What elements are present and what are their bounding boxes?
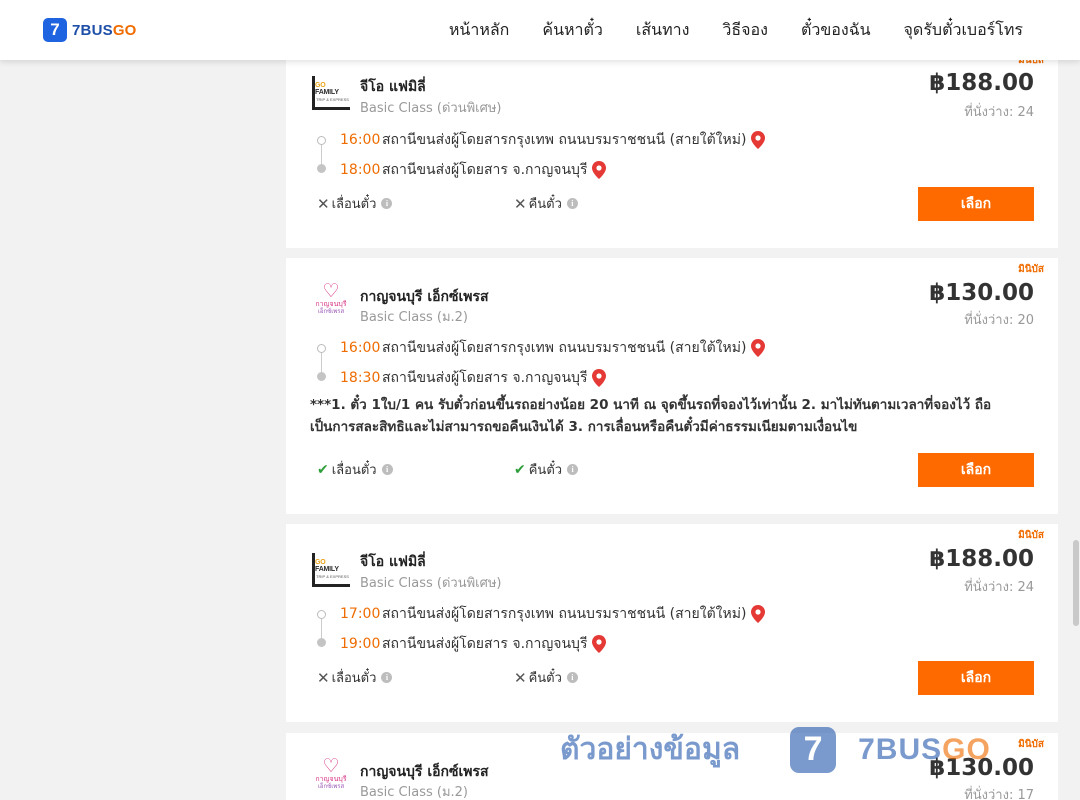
select-button[interactable]: เลือก xyxy=(918,453,1034,487)
site-logo[interactable]: 7 7BUSGO xyxy=(43,18,137,42)
ticket-price: ฿130.00 xyxy=(929,280,1034,306)
route-line xyxy=(321,353,322,372)
arrival-dot xyxy=(317,372,326,381)
seats-available: ที่นั่งว่าง: 20 xyxy=(964,313,1034,328)
scrollbar-thumb[interactable] xyxy=(1073,540,1079,626)
arrival-time: 18:00 xyxy=(340,162,381,178)
logo-text: 7BUSGO xyxy=(72,21,137,39)
arrival-stop: 18:30 สถานีขนส่งผู้โดยสาร จ.กาญจนบุรี xyxy=(340,367,607,389)
departure-dot xyxy=(317,610,326,619)
service-class: Basic Class (ม.2) xyxy=(360,785,468,800)
departure-stop: 16:00 สถานีขนส่งผู้โดยสารกรุงเทพ ถนนบรมร… xyxy=(340,129,766,151)
seats-available: ที่นั่งว่าง: 17 xyxy=(964,788,1034,800)
operator-name: กาญจนบุรี เอ็กซ์เพรส xyxy=(360,764,489,780)
info-icon[interactable]: i xyxy=(566,672,578,683)
trip-note: ***1. ตั๋ว 1ใบ/1 คน รับตั๋วก่อนขึ้นรถอย่… xyxy=(310,397,992,435)
info-icon[interactable]: i xyxy=(566,198,578,209)
arrival-stop: 19:00 สถานีขนส่งผู้โดยสาร จ.กาญจนบุรี xyxy=(340,633,607,655)
operator-name: จีโอ แฟมิลี่ xyxy=(360,554,426,570)
seats-available: ที่นั่งว่าง: 24 xyxy=(964,580,1034,595)
departure-time: 16:00 xyxy=(340,340,381,356)
seats-available: ที่นั่งว่าง: 24 xyxy=(964,105,1034,120)
nav-routes[interactable]: เส้นทาง xyxy=(636,18,690,43)
cross-icon: ✕ xyxy=(514,194,527,213)
select-button[interactable]: เลือก xyxy=(918,661,1034,695)
trip-card: มินิบัส ♡ กาญจนบุรี เอ็กซ์เพรส กาญจนบุรี เ… xyxy=(286,258,1058,514)
check-icon: ✔ xyxy=(514,461,526,478)
info-icon[interactable]: i xyxy=(381,672,393,683)
main-nav: หน้าหลัก ค้นหาตั๋ว เส้นทาง วิธีจอง ตั๋วข… xyxy=(416,0,1023,60)
operator-logo: ♡ กาญจนบุรี เอ็กซ์เพรส xyxy=(315,281,347,315)
departure-dot xyxy=(317,136,326,145)
scrollbar-track[interactable] xyxy=(1072,60,1080,800)
departure-time: 17:00 xyxy=(340,606,381,622)
refund-policy: ✕ คืนตั๋ว i xyxy=(514,193,578,214)
arrival-time: 18:30 xyxy=(340,370,381,386)
cross-icon: ✕ xyxy=(514,668,527,687)
departure-place: สถานีขนส่งผู้โดยสารกรุงเทพ ถนนบรมราชชนนี… xyxy=(382,606,747,622)
arrival-place: สถานีขนส่งผู้โดยสาร จ.กาญจนบุรี xyxy=(382,636,588,652)
vehicle-type-badge: มินิบัส xyxy=(1018,739,1044,750)
departure-place: สถานีขนส่งผู้โดยสารกรุงเทพ ถนนบรมราชชนนี… xyxy=(382,132,747,148)
top-navbar: 7 7BUSGO หน้าหลัก ค้นหาตั๋ว เส้นทาง วิธี… xyxy=(0,0,1080,60)
info-icon[interactable]: i xyxy=(567,464,579,475)
trip-card: มินิบัส ♡ กาญจนบุรี เอ็กซ์เพรส กาญจนบุรี เ… xyxy=(286,733,1058,800)
departure-time: 16:00 xyxy=(340,132,381,148)
route-line xyxy=(321,619,322,638)
operator-name: จีโอ แฟมิลี่ xyxy=(360,79,426,95)
trip-card: มินิบัส GO FAMILY TRIP & EXPRESS จีโอ แฟม… xyxy=(286,524,1058,722)
arrival-dot xyxy=(317,164,326,173)
operator-name: กาญจนบุรี เอ็กซ์เพรส xyxy=(360,289,489,305)
check-icon: ✔ xyxy=(317,461,329,478)
nav-ticket-pickup[interactable]: จุดรับตั๋วเบอร์โทร xyxy=(904,18,1023,43)
nav-my-tickets[interactable]: ตั๋วของฉัน xyxy=(801,18,871,43)
ticket-price: ฿188.00 xyxy=(929,70,1034,96)
refund-policy: ✕ คืนตั๋ว i xyxy=(514,667,578,688)
heart-icon: ♡ xyxy=(322,756,340,777)
nav-how-to-book[interactable]: วิธีจอง xyxy=(722,18,768,43)
route-line xyxy=(321,145,322,164)
change-policy: ✕ เลื่อนตั๋ว i xyxy=(317,667,393,688)
operator-logo: GO FAMILY TRIP & EXPRESS xyxy=(312,74,350,112)
arrival-time: 19:00 xyxy=(340,636,381,652)
service-class: Basic Class (ด่วนพิเศษ) xyxy=(360,576,502,591)
map-pin-icon[interactable] xyxy=(751,339,766,357)
map-pin-icon[interactable] xyxy=(751,131,766,149)
operator-logo: ♡ กาญจนบุรี เอ็กซ์เพรส xyxy=(315,756,347,790)
select-button[interactable]: เลือก xyxy=(918,187,1034,221)
arrival-place: สถานีขนส่งผู้โดยสาร จ.กาญจนบุรี xyxy=(382,162,588,178)
info-icon[interactable]: i xyxy=(381,464,393,475)
change-policy: ✔ เลื่อนตั๋ว i xyxy=(317,459,393,480)
trip-card: มินิบัส GO FAMILY TRIP & EXPRESS จีโอ แฟม… xyxy=(286,55,1058,248)
arrival-stop: 18:00 สถานีขนส่งผู้โดยสาร จ.กาญจนบุรี xyxy=(340,159,607,181)
nav-home[interactable]: หน้าหลัก xyxy=(449,18,510,43)
cross-icon: ✕ xyxy=(317,668,330,687)
service-class: Basic Class (ด่วนพิเศษ) xyxy=(360,101,502,116)
departure-dot xyxy=(317,344,326,353)
map-pin-icon[interactable] xyxy=(751,605,766,623)
departure-stop: 16:00 สถานีขนส่งผู้โดยสารกรุงเทพ ถนนบรมร… xyxy=(340,337,766,359)
refund-policy: ✔ คืนตั๋ว i xyxy=(514,459,579,480)
heart-icon: ♡ xyxy=(322,281,340,302)
nav-search-tickets[interactable]: ค้นหาตั๋ว xyxy=(542,18,603,43)
cross-icon: ✕ xyxy=(317,194,330,213)
map-pin-icon[interactable] xyxy=(592,161,607,179)
arrival-dot xyxy=(317,638,326,647)
arrival-place: สถานีขนส่งผู้โดยสาร จ.กาญจนบุรี xyxy=(382,370,588,386)
map-pin-icon[interactable] xyxy=(592,635,607,653)
vehicle-type-badge: มินิบัส xyxy=(1018,530,1044,541)
info-icon[interactable]: i xyxy=(381,198,393,209)
logo-badge: 7 xyxy=(43,18,67,42)
operator-logo: GO FAMILY TRIP & EXPRESS xyxy=(312,551,350,589)
map-pin-icon[interactable] xyxy=(592,369,607,387)
vehicle-type-badge: มินิบัส xyxy=(1018,264,1044,275)
ticket-price: ฿188.00 xyxy=(929,546,1034,572)
departure-stop: 17:00 สถานีขนส่งผู้โดยสารกรุงเทพ ถนนบรมร… xyxy=(340,603,766,625)
change-policy: ✕ เลื่อนตั๋ว i xyxy=(317,193,393,214)
ticket-price: ฿130.00 xyxy=(929,755,1034,781)
service-class: Basic Class (ม.2) xyxy=(360,310,468,325)
departure-place: สถานีขนส่งผู้โดยสารกรุงเทพ ถนนบรมราชชนนี… xyxy=(382,340,747,356)
